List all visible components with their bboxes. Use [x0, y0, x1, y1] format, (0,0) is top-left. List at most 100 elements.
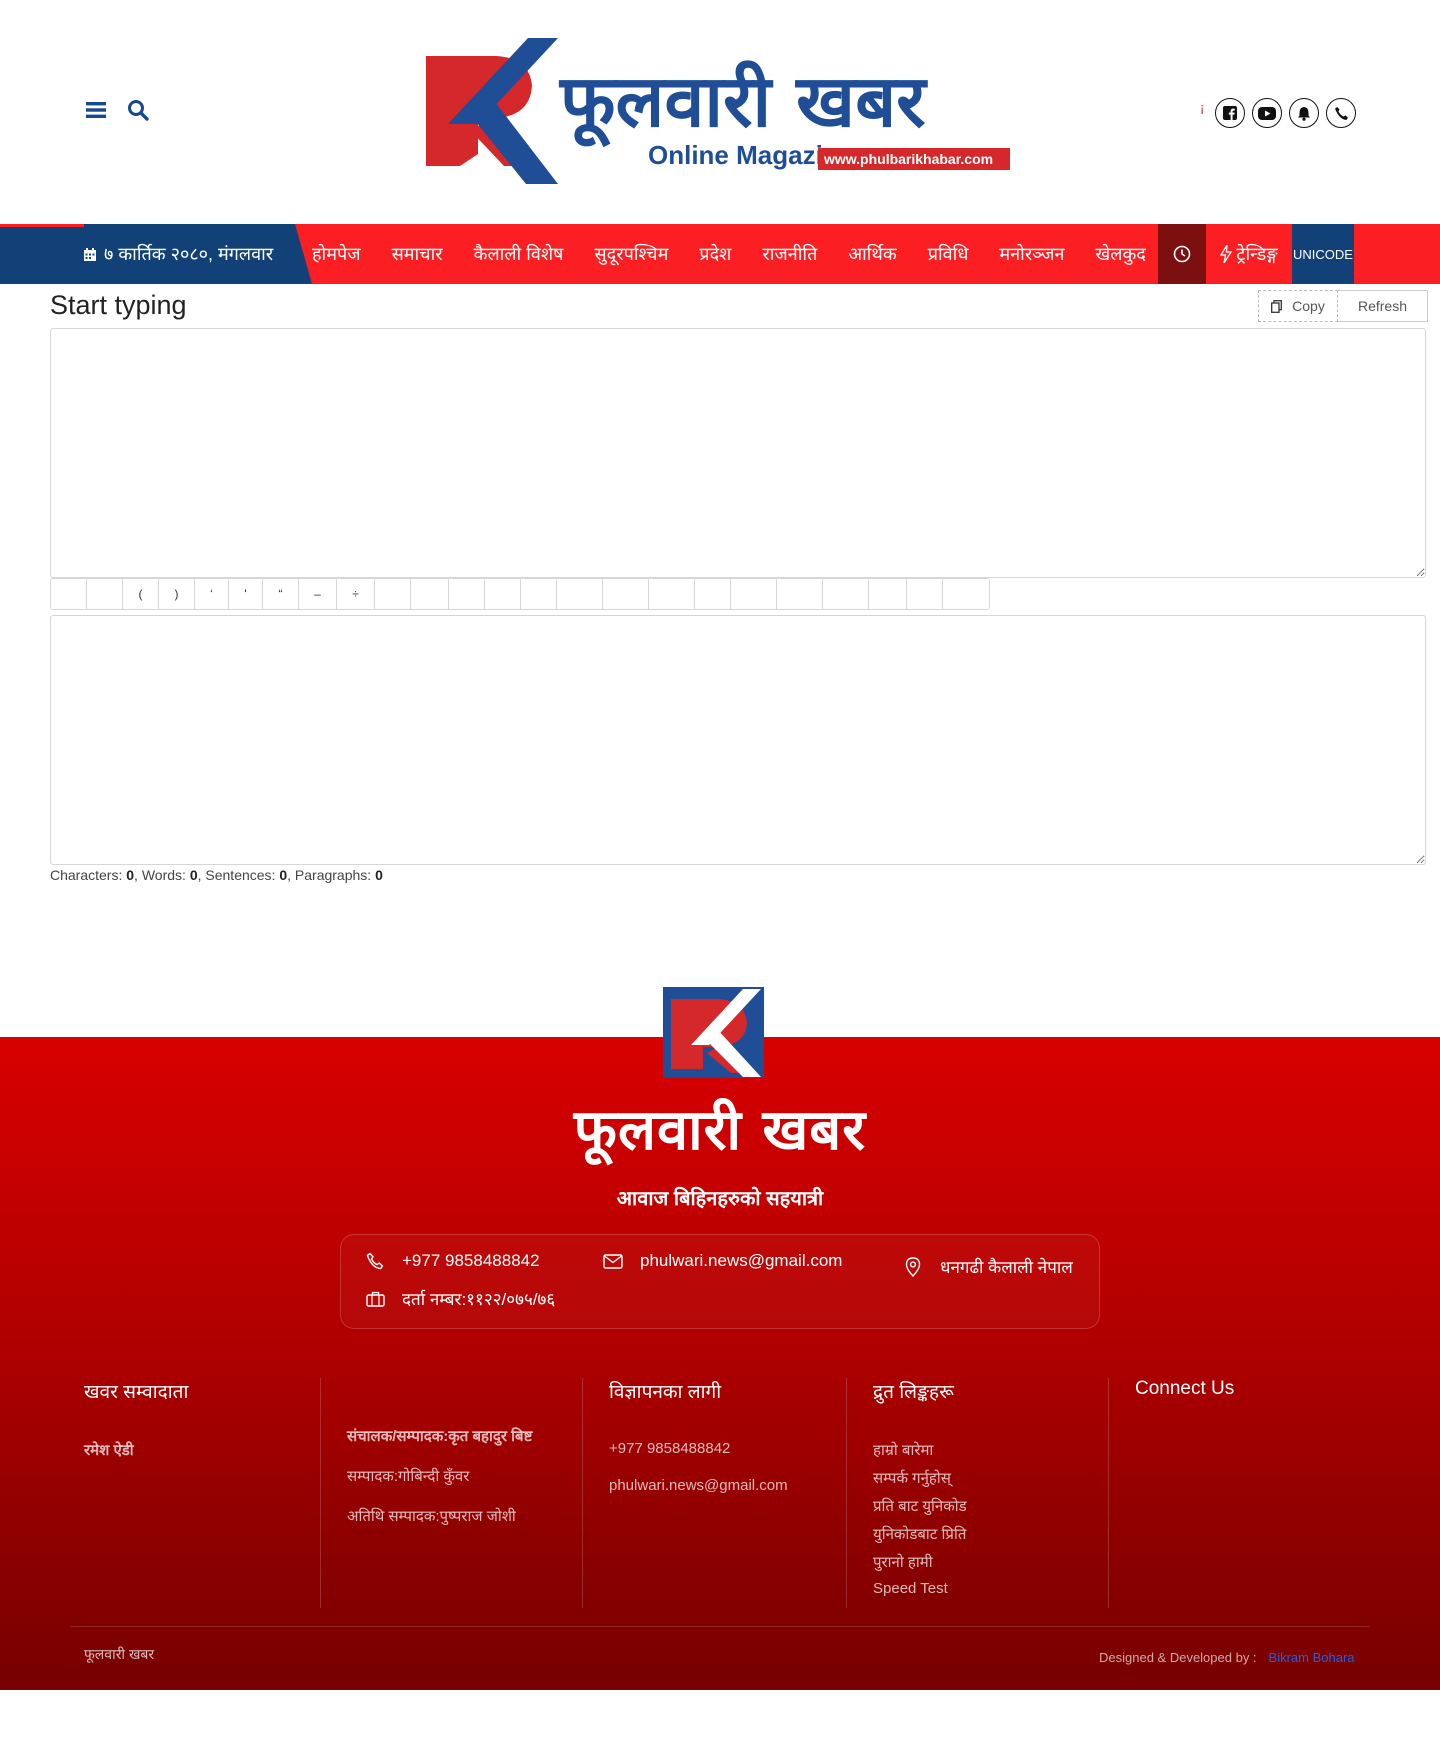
char-button[interactable] — [695, 579, 731, 609]
quick-link-about[interactable]: हाम्रो बारेमा — [873, 1440, 1108, 1460]
unicode-label: UNICODE — [1293, 246, 1353, 262]
char-button[interactable] — [649, 579, 695, 609]
contact-registration-text: दर्ता नम्बर:११२२/०७५/७६ — [402, 1290, 556, 1309]
char-button[interactable] — [411, 579, 449, 609]
editor-item: संचालक/सम्पादक:कृत बहादुर बिष्ट — [347, 1428, 533, 1445]
characters-label: Characters: — [50, 867, 123, 883]
char-button[interactable] — [823, 579, 869, 609]
nav-item-entertainment[interactable]: मनोरञ्जन — [999, 242, 1064, 266]
facebook-icon[interactable] — [1215, 98, 1246, 128]
nav-item-politics[interactable]: राजनीति — [762, 242, 817, 266]
nav-item-home[interactable]: होमपेज — [312, 242, 361, 266]
char-button[interactable]: ‘ — [195, 579, 229, 609]
char-button[interactable] — [521, 579, 557, 609]
nav-item-technology[interactable]: प्रविधि — [928, 242, 969, 266]
footer-col-reporters: खवर सम्वादाता रमेश ऐडी — [84, 1378, 320, 1608]
char-button[interactable] — [731, 579, 777, 609]
logo-url: www.phulbarikhabar.com — [823, 151, 993, 167]
refresh-label: Refresh — [1357, 298, 1408, 314]
trending-button[interactable]: ट्रेन्डिङ्ग — [1206, 224, 1292, 284]
input-textarea[interactable] — [50, 328, 1426, 578]
char-button[interactable] — [943, 579, 989, 609]
contact-phone[interactable]: +977 9858488842 — [364, 1250, 540, 1272]
quick-link-unicode-to-preeti[interactable]: युनिकोडबाट प्रिति — [873, 1524, 1108, 1544]
quick-link-speed-test[interactable]: Speed Test — [873, 1580, 1108, 1597]
char-button[interactable]: “ — [263, 579, 299, 609]
nav-item-economy[interactable]: आर्थिक — [848, 242, 896, 266]
date-display: ७ कार्तिक २०८०, मंगलवार — [0, 224, 312, 284]
char-button[interactable] — [449, 579, 485, 609]
char-button[interactable]: ( — [123, 579, 159, 609]
footer-credit: Designed & Developed by : Bikram Bohara — [1099, 1650, 1355, 1665]
quick-link-contact[interactable]: सम्पर्क गर्नुहोस् — [873, 1468, 1108, 1488]
site-logo[interactable]: फूलवारी खबर Online Magazine www.phulbari… — [408, 34, 1013, 190]
search-icon[interactable] — [126, 98, 150, 122]
quick-link-old-us[interactable]: पुरानो हामी — [873, 1552, 1108, 1572]
footer-col-connect: Connect Us — [1108, 1378, 1370, 1608]
footer-logo[interactable] — [663, 987, 764, 1078]
char-button[interactable]: ÷ — [337, 579, 375, 609]
credit-label: Designed & Developed by : — [1099, 1650, 1257, 1665]
char-button[interactable] — [869, 579, 907, 609]
reporter-item[interactable]: रमेश ऐडी — [84, 1440, 320, 1460]
nav-item-sports[interactable]: खेलकुद — [1096, 242, 1146, 266]
output-textarea[interactable] — [50, 615, 1426, 865]
editor-item: अतिथि सम्पादक:पुष्पराज जोशी — [347, 1508, 516, 1525]
nav-item-sudurpaschim[interactable]: सुदूरपश्चिम — [595, 242, 669, 266]
characters-count: 0 — [126, 867, 135, 883]
copy-button[interactable]: Copy — [1258, 290, 1338, 322]
char-button[interactable] — [907, 579, 943, 609]
char-button[interactable] — [603, 579, 649, 609]
char-button[interactable] — [87, 579, 123, 609]
nav-accent-bar — [0, 224, 84, 227]
words-label: , Words: — [134, 867, 186, 883]
editor-item: सम्पादक:गोबिन्दी कुँवर — [347, 1468, 470, 1485]
quick-link-preeti-to-unicode[interactable]: प्रति बाट युनिकोड — [873, 1496, 1108, 1516]
bars-icon[interactable] — [84, 98, 108, 122]
header-left-tools — [84, 98, 150, 122]
footer-copyright: फूलवारी खबर — [84, 1646, 155, 1662]
text-stats: Characters: 0, Words: 0, Sentences: 0, P… — [50, 867, 383, 883]
char-button[interactable]: ) — [159, 579, 195, 609]
calendar-icon — [84, 247, 96, 261]
phone-icon[interactable] — [1326, 98, 1357, 128]
sentences-count: 0 — [279, 867, 288, 883]
editor-title: Start typing — [50, 290, 187, 320]
char-button[interactable] — [375, 579, 411, 609]
date-text: ७ कार्तिक २०८०, मंगलवार — [104, 244, 274, 264]
char-button[interactable] — [557, 579, 603, 609]
contact-email[interactable]: phulwari.news@gmail.com — [602, 1250, 842, 1272]
refresh-button[interactable]: Refresh — [1338, 290, 1428, 322]
contact-address: धनगढी कैलाली नेपाल — [902, 1255, 1073, 1278]
nav-links: होमपेज समाचार कैलाली विशेष सुदूरपश्चिम प… — [312, 224, 1146, 284]
editor-actions: Copy Refresh — [1258, 290, 1428, 322]
nav-item-news[interactable]: समाचार — [392, 242, 443, 266]
nav-item-province[interactable]: प्रदेश — [699, 242, 731, 266]
paragraphs-label: , Paragraphs: — [287, 867, 372, 883]
bell-icon[interactable] — [1289, 98, 1320, 128]
char-button[interactable] — [51, 579, 87, 609]
char-button[interactable]: ' — [229, 579, 263, 609]
ads-email[interactable]: phulwari.news@gmail.com — [609, 1477, 846, 1494]
location-pin-icon — [902, 1256, 924, 1278]
contact-registration: दर्ता नम्बर:११२२/०७५/७६ — [364, 1287, 555, 1310]
footer-divider — [70, 1626, 1370, 1627]
credit-link[interactable]: Bikram Bohara — [1269, 1650, 1355, 1665]
footer-col-ads: विज्ञापनका लागी +977 9858488842 phulwari… — [582, 1378, 846, 1608]
special-char-bar: () ‘' “– ÷ — [50, 578, 990, 610]
copy-icon — [1271, 299, 1283, 313]
sentences-label: , Sentences: — [197, 867, 276, 883]
clock-icon[interactable] — [1158, 224, 1206, 284]
reporters-heading: खवर सम्वादाता — [84, 1382, 189, 1403]
ads-phone[interactable]: +977 9858488842 — [609, 1440, 846, 1457]
trending-label: ट्रेन्डिङ्ग — [1236, 244, 1278, 264]
copy-label: Copy — [1292, 298, 1325, 314]
char-button[interactable]: – — [299, 579, 337, 609]
quick-links-heading: द्रुत लिङ्कहरू — [873, 1382, 954, 1403]
unicode-button[interactable]: UNICODE — [1292, 224, 1354, 284]
youtube-icon[interactable] — [1252, 98, 1283, 128]
char-button[interactable] — [485, 579, 521, 609]
nav-item-kailali[interactable]: कैलाली विशेष — [474, 242, 564, 266]
briefcase-icon — [364, 1288, 386, 1310]
char-button[interactable] — [777, 579, 823, 609]
